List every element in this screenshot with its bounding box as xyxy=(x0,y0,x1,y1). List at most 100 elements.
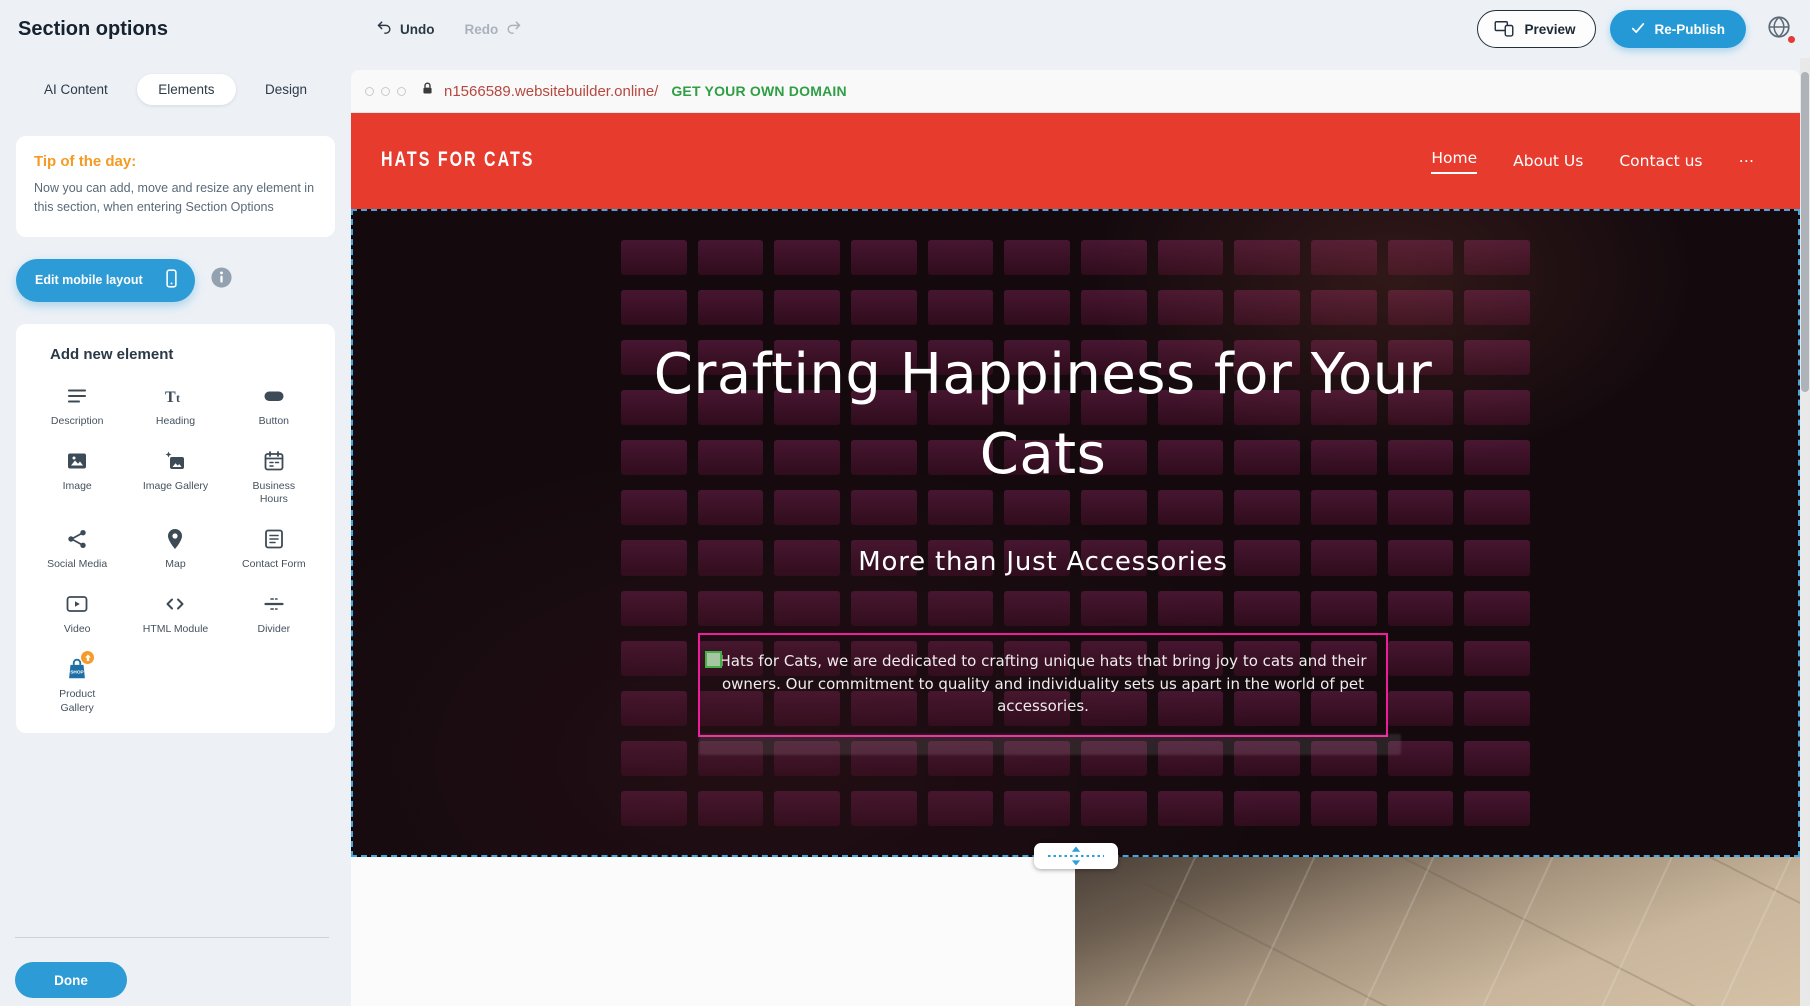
section-options-sidebar: AI Content Elements Design Tip of the da… xyxy=(0,58,351,1006)
site-logo[interactable]: HATS FOR CATS xyxy=(381,149,534,172)
element-drag-handle[interactable] xyxy=(705,651,722,668)
hero-tile xyxy=(1464,791,1530,826)
tip-title: Tip of the day: xyxy=(34,153,317,170)
republish-label: Re-Publish xyxy=(1654,22,1725,37)
page-title: Section options xyxy=(18,18,168,41)
element-product-gallery[interactable]: SHOP Product Gallery xyxy=(28,656,126,714)
element-contact-form[interactable]: Contact Form xyxy=(225,526,323,571)
element-grid: Description Tt Heading Button Image xyxy=(28,383,323,715)
browser-bar: n1566589.websitebuilder.online/ GET YOUR… xyxy=(351,70,1800,113)
hero-text-element-selected[interactable]: Hats for Cats, we are dedicated to craft… xyxy=(698,633,1388,737)
devices-icon xyxy=(1493,18,1515,41)
next-section[interactable] xyxy=(351,857,1800,1006)
floor-photo xyxy=(1075,857,1800,1006)
language-button[interactable] xyxy=(1760,10,1798,48)
hero-title[interactable]: Crafting Happiness for Your Cats xyxy=(633,335,1453,495)
hero-tile xyxy=(1388,791,1454,826)
phone-icon xyxy=(161,268,182,292)
republish-button[interactable]: Re-Publish xyxy=(1610,10,1746,48)
element-html-module[interactable]: HTML Module xyxy=(126,591,224,636)
lock-icon xyxy=(420,81,435,101)
hero-section-selected[interactable]: Crafting Happiness for Your Cats More th… xyxy=(351,209,1800,857)
nav-more-icon[interactable]: ⋯ xyxy=(1739,152,1755,170)
get-domain-link[interactable]: GET YOUR OWN DOMAIN xyxy=(671,83,846,99)
tip-body: Now you can add, move and resize any ele… xyxy=(34,179,317,218)
undo-redo-group: Undo Redo xyxy=(376,0,522,58)
site-nav: Home About Us Contact us ⋯ xyxy=(1431,149,1754,174)
element-image[interactable]: Image xyxy=(28,448,126,506)
info-icon[interactable] xyxy=(210,266,233,294)
element-description[interactable]: Description xyxy=(28,383,126,428)
hero-content: Crafting Happiness for Your Cats More th… xyxy=(353,211,1733,737)
hero-tile xyxy=(621,741,687,776)
hero-subtitle[interactable]: More than Just Accessories xyxy=(353,547,1733,577)
topbar-actions: Preview Re-Publish xyxy=(1477,0,1798,58)
hero-tile xyxy=(1004,791,1070,826)
tab-design[interactable]: Design xyxy=(259,74,313,105)
scrollbar-thumb[interactable] xyxy=(1801,72,1809,392)
svg-text:T: T xyxy=(165,389,176,406)
tab-elements[interactable]: Elements xyxy=(137,74,235,105)
preview-button[interactable]: Preview xyxy=(1477,10,1596,48)
html-module-icon xyxy=(162,591,188,617)
sidebar-tabs: AI Content Elements Design xyxy=(16,72,335,106)
site-header: HATS FOR CATS Home About Us Contact us ⋯ xyxy=(351,113,1800,209)
notification-dot xyxy=(1788,36,1795,43)
nav-contact-us[interactable]: Contact us xyxy=(1619,152,1702,170)
svg-text:t: t xyxy=(176,391,180,405)
edit-mobile-label: Edit mobile layout xyxy=(35,273,143,287)
product-gallery-icon: SHOP xyxy=(64,656,90,682)
redo-label: Redo xyxy=(465,22,499,37)
done-button[interactable]: Done xyxy=(15,962,127,998)
hero-tile xyxy=(774,791,840,826)
add-element-panel: Add new element Description Tt Heading B… xyxy=(16,324,335,733)
mobile-layout-row: Edit mobile layout xyxy=(16,259,335,302)
site-url[interactable]: n1566589.websitebuilder.online/ xyxy=(444,83,658,100)
element-heading[interactable]: Tt Heading xyxy=(126,383,224,428)
tip-of-the-day-card: Tip of the day: Now you can add, move an… xyxy=(16,136,335,237)
resize-arrows-icon xyxy=(1044,845,1108,867)
hero-tile xyxy=(621,791,687,826)
element-social-media[interactable]: Social Media xyxy=(28,526,126,571)
svg-text:SHOP: SHOP xyxy=(70,670,83,676)
heading-icon: Tt xyxy=(162,383,188,409)
hero-tile xyxy=(1081,791,1147,826)
preview-label: Preview xyxy=(1524,22,1575,37)
hero-tile xyxy=(1464,741,1530,776)
website-canvas: n1566589.websitebuilder.online/ GET YOUR… xyxy=(351,58,1800,1006)
undo-label: Undo xyxy=(400,22,435,37)
element-drop-indicator xyxy=(699,734,1401,755)
hero-tile xyxy=(1311,791,1377,826)
element-button[interactable]: Button xyxy=(225,383,323,428)
social-media-icon xyxy=(64,526,90,552)
tab-ai-content[interactable]: AI Content xyxy=(38,74,114,105)
hero-tile xyxy=(928,791,994,826)
video-icon xyxy=(64,591,90,617)
image-icon xyxy=(64,448,90,474)
hero-body-text[interactable]: Hats for Cats, we are dedicated to craft… xyxy=(710,650,1376,718)
element-business-hours[interactable]: Business Hours xyxy=(225,448,323,506)
add-element-title: Add new element xyxy=(50,346,323,363)
upgrade-badge-icon xyxy=(81,651,94,664)
hero-tile xyxy=(1234,791,1300,826)
divider-icon xyxy=(261,591,287,617)
site-preview: HATS FOR CATS Home About Us Contact us ⋯… xyxy=(351,113,1800,1006)
description-icon xyxy=(64,383,90,409)
undo-button[interactable]: Undo xyxy=(376,19,435,39)
element-image-gallery[interactable]: Image Gallery xyxy=(126,448,224,506)
element-divider[interactable]: Divider xyxy=(225,591,323,636)
hero-tile xyxy=(1158,791,1224,826)
element-video[interactable]: Video xyxy=(28,591,126,636)
redo-button[interactable]: Redo xyxy=(465,19,523,39)
business-hours-icon xyxy=(261,448,287,474)
window-dots-icon xyxy=(365,87,406,96)
edit-mobile-layout-button[interactable]: Edit mobile layout xyxy=(16,259,195,302)
section-resize-handle[interactable] xyxy=(1034,843,1118,869)
nav-about-us[interactable]: About Us xyxy=(1513,152,1583,170)
redo-icon xyxy=(505,19,522,39)
element-map[interactable]: Map xyxy=(126,526,224,571)
hero-tile xyxy=(851,791,917,826)
page-scrollbar[interactable] xyxy=(1800,58,1810,1006)
topbar: Section options Undo Redo Preview Re-P xyxy=(0,0,1810,58)
nav-home[interactable]: Home xyxy=(1431,149,1477,174)
